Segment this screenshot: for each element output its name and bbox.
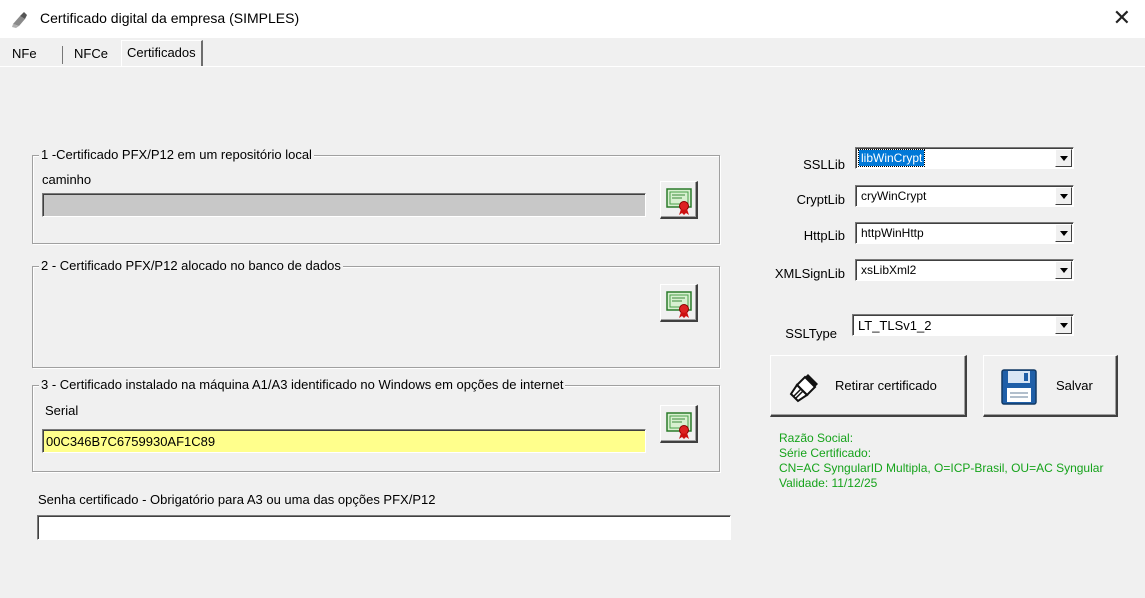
xmlsignlib-label: XMLSignLib <box>774 266 845 281</box>
load-database-certificate-button[interactable] <box>660 284 698 322</box>
chevron-down-icon[interactable] <box>1055 316 1072 334</box>
serial-input[interactable] <box>42 429 646 453</box>
razao-social-text: Razão Social: <box>779 431 854 445</box>
tab-nfe[interactable]: NFe <box>8 46 41 61</box>
caminho-input[interactable] <box>42 193 646 217</box>
cryptlib-select[interactable]: cryWinCrypt <box>855 185 1074 207</box>
app-brush-icon <box>10 10 30 30</box>
close-icon[interactable]: ✕ <box>1113 6 1131 31</box>
cryptlib-label: CryptLib <box>796 192 845 207</box>
xmlsignlib-select[interactable]: xsLibXml2 <box>855 259 1074 281</box>
httplib-value: httpWinHttp <box>861 226 924 240</box>
salvar-button[interactable]: Salvar <box>983 355 1118 417</box>
ssllib-label: SSLLib <box>803 157 845 172</box>
title-bar: Certificado digital da empresa (SIMPLES)… <box>0 0 1145 38</box>
group-database: 2 - Certificado PFX/P12 alocado no banco… <box>32 258 720 368</box>
chevron-down-icon[interactable] <box>1055 187 1072 205</box>
certificate-info: Razão Social: Série Certificado: CN=AC S… <box>779 431 1103 491</box>
tab-strip: NFe NFCe Certificados <box>0 38 1145 67</box>
cryptlib-value: cryWinCrypt <box>861 189 927 203</box>
serie-certificado-text: Série Certificado: <box>779 446 872 460</box>
chevron-down-icon[interactable] <box>1055 261 1072 279</box>
select-installed-certificate-button[interactable] <box>660 405 698 443</box>
ssllib-value: libWinCrypt <box>857 149 926 167</box>
group-installed-certificate-legend: 3 - Certificado instalado na máquina A1/… <box>39 377 566 392</box>
select-certificate-file-button[interactable] <box>660 181 698 219</box>
window-title: Certificado digital da empresa (SIMPLES) <box>40 10 300 26</box>
ssllib-select[interactable]: libWinCrypt <box>855 147 1074 169</box>
httplib-select[interactable]: httpWinHttp <box>855 222 1074 244</box>
ssltype-label: SSLType <box>785 326 837 341</box>
broom-icon <box>789 374 818 403</box>
httplib-label: HttpLib <box>803 228 845 243</box>
ssltype-select[interactable]: LT_TLSv1_2 <box>852 314 1074 336</box>
serial-label: Serial <box>45 403 79 418</box>
tab-baseline <box>0 66 1145 67</box>
senha-label: Senha certificado - Obrigatório para A3 … <box>38 492 436 507</box>
ssltype-value: LT_TLSv1_2 <box>858 318 932 333</box>
floppy-disk-icon <box>1001 369 1037 405</box>
tab-nfce[interactable]: NFCe <box>70 46 112 61</box>
certificate-icon <box>666 291 692 318</box>
tab-separator <box>62 46 63 64</box>
chevron-down-icon[interactable] <box>1055 149 1072 167</box>
certificate-icon <box>666 412 692 439</box>
certificate-icon <box>666 188 692 215</box>
subject-cn-text: CN=AC SyngularID Multipla, O=ICP-Brasil,… <box>779 461 1104 475</box>
salvar-label: Salvar <box>1056 378 1093 393</box>
group-local-repository-legend: 1 -Certificado PFX/P12 em um repositório… <box>39 147 314 162</box>
chevron-down-icon[interactable] <box>1055 224 1072 242</box>
caminho-label: caminho <box>42 172 92 187</box>
tab-certificados[interactable]: Certificados <box>121 40 203 67</box>
senha-input[interactable] <box>37 515 731 540</box>
group-database-legend: 2 - Certificado PFX/P12 alocado no banco… <box>39 258 343 273</box>
validade-text: Validade: 11/12/25 <box>779 476 878 490</box>
retirar-certificado-button[interactable]: Retirar certificado <box>770 355 967 417</box>
xmlsignlib-value: xsLibXml2 <box>861 263 917 277</box>
retirar-certificado-label: Retirar certificado <box>835 378 937 393</box>
